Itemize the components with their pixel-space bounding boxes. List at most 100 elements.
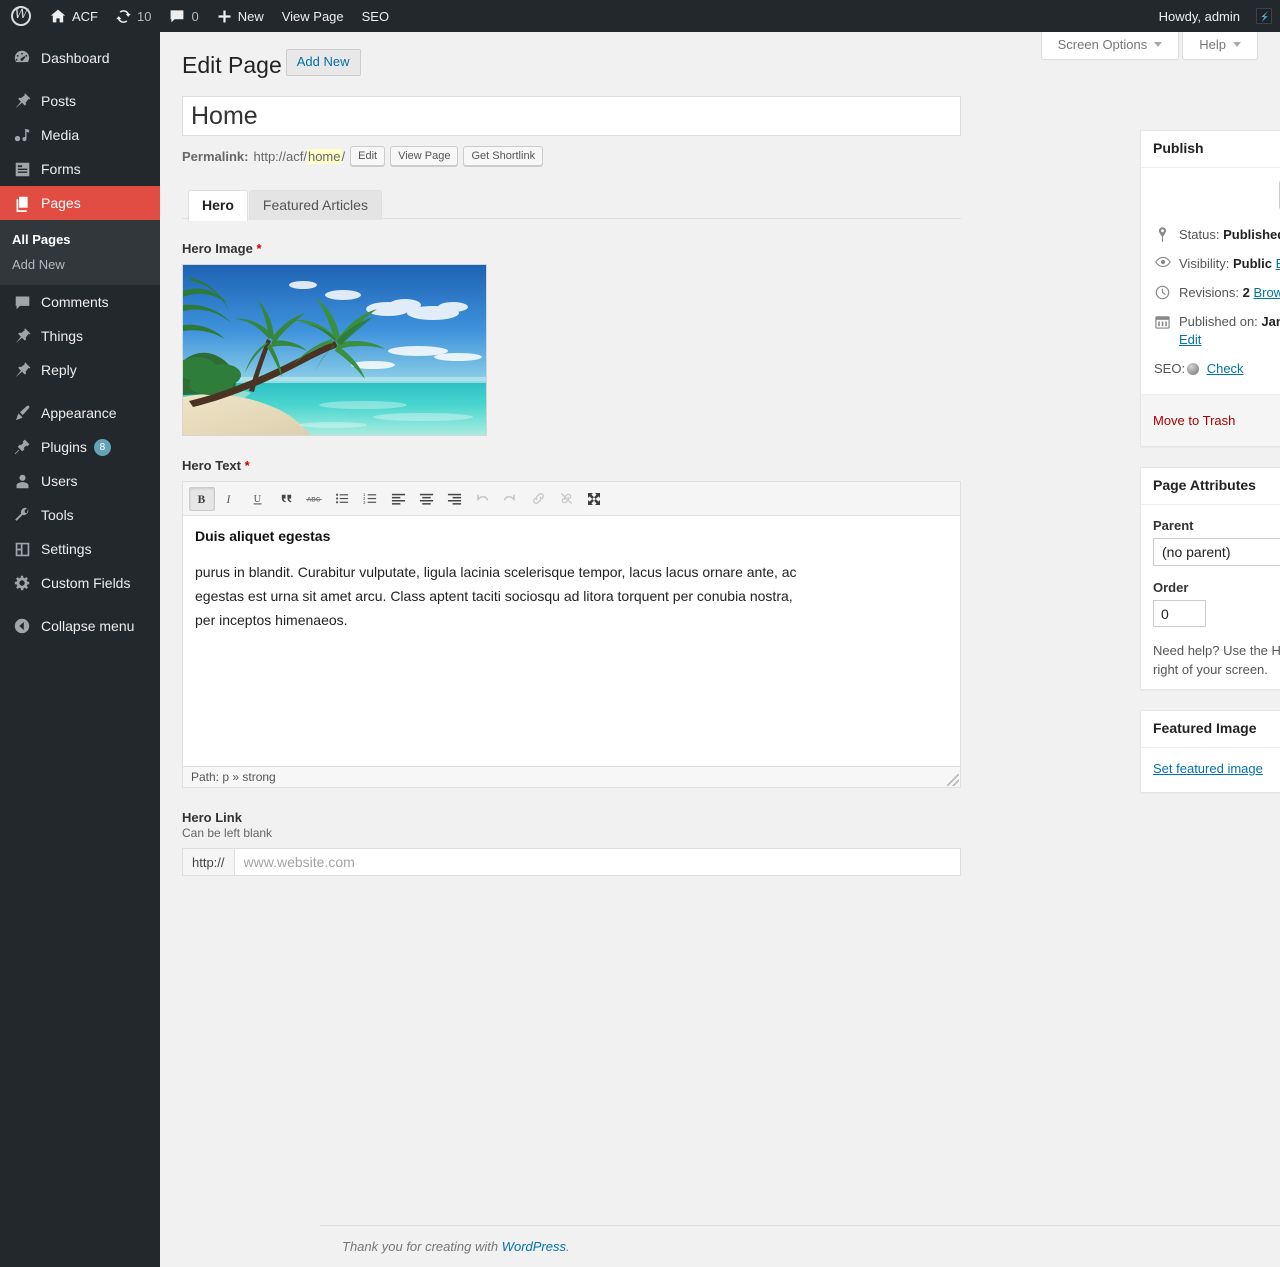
sidebar-item-media[interactable]: Media [0,118,160,152]
sidebar-item-all-pages[interactable]: All Pages [0,227,160,252]
permalink-row: Permalink: http://acf/home/ Edit View Pa… [182,145,1258,167]
account-area[interactable]: Howdy, admin [1150,0,1280,32]
view-page-button[interactable]: View Page [390,146,458,166]
sidebar-item-label: Pages [41,195,81,211]
italic-icon[interactable]: I [217,487,243,511]
media-icon [12,125,32,145]
acf-field-group-tabs: HeroFeatured Articles [182,189,961,219]
seo-check-link[interactable]: Check [1207,361,1244,376]
field-hero-text: Hero Text * B I U [182,458,961,788]
link-icon[interactable] [525,487,551,511]
howdy-label[interactable]: Howdy, admin [1150,0,1249,32]
seo-text: SEO: Check [1154,360,1244,378]
sidebar-item-settings[interactable]: Settings [0,532,160,566]
blockquote-icon[interactable] [273,487,299,511]
sidebar-item-add-new-page[interactable]: Add New [0,252,160,277]
pin-icon [12,91,32,111]
sidebar-item-label: Media [41,127,79,143]
redo-icon[interactable] [497,487,523,511]
ordered-list-icon[interactable]: 123 [357,487,383,511]
wordpress-logo-button[interactable] [0,0,41,32]
move-to-trash-link[interactable]: Move to Trash [1153,413,1235,428]
page-attributes-body: Parent (no parent) Order Need help? Use … [1141,505,1280,689]
fullscreen-icon[interactable] [581,487,607,511]
screen-options-label: Screen Options [1058,37,1148,53]
editor-resize-handle[interactable] [947,774,959,786]
field-hero-link: Hero Link Can be left blank http:// [182,810,961,876]
sidebar-item-things[interactable]: Things [0,319,160,353]
set-featured-image-link[interactable]: Set featured image [1153,758,1263,782]
status-row: Status: Published Edit [1153,221,1280,250]
sidebar-item-posts[interactable]: Posts [0,84,160,118]
status-label: Status: [1179,227,1219,242]
align-left-icon[interactable] [385,487,411,511]
pin-icon [12,326,32,346]
chevron-down-icon [1233,42,1241,47]
publish-box-header: Publish [1141,131,1280,168]
permalink-slug: home [307,149,342,164]
underline-icon[interactable]: U [245,487,271,511]
sidebar-item-pages[interactable]: Pages [0,186,160,220]
hero-link-input[interactable] [235,849,960,875]
hero-image-preview[interactable] [182,264,487,436]
new-label: New [238,9,264,24]
sidebar-item-appearance[interactable]: Appearance [0,396,160,430]
sidebar-item-tools[interactable]: Tools [0,498,160,532]
wrench-icon [12,505,32,525]
visibility-edit-link[interactable]: Edit [1276,256,1280,271]
sidebar-item-dashboard[interactable]: Dashboard [0,41,160,75]
add-new-button[interactable]: Add New [286,49,361,76]
strikethrough-icon[interactable]: ABC [301,487,327,511]
field-label-hero-image: Hero Image * [182,241,961,256]
seo-button[interactable]: SEO [353,0,398,32]
wordpress-link[interactable]: WordPress [502,1239,566,1254]
sidebar-item-reply[interactable]: Reply [0,353,160,387]
help-tab[interactable]: Help [1182,32,1258,60]
post-title-input[interactable] [182,96,961,136]
tab-hero[interactable]: Hero [188,190,248,221]
hero-link-input-group: http:// [182,848,961,876]
preview-row: Preview Changes [1153,178,1280,221]
new-content-button[interactable]: New [208,0,273,32]
align-right-icon[interactable] [441,487,467,511]
get-shortlink-button[interactable]: Get Shortlink [463,146,543,166]
revisions-browse-link[interactable]: Browse [1253,285,1280,300]
user-icon [12,471,32,491]
site-name-button[interactable]: ACF [41,0,107,32]
collapse-menu-button[interactable]: Collapse menu [0,609,160,643]
edit-slug-button[interactable]: Edit [350,146,385,166]
order-input[interactable] [1153,600,1206,627]
url-prefix-label: http:// [183,849,235,875]
undo-icon[interactable] [469,487,495,511]
editor-content-area[interactable]: Duis aliquet egestas purus in blandit. C… [183,516,960,766]
status-value: Published [1223,227,1280,242]
sidebar-item-forms[interactable]: Forms [0,152,160,186]
editor-path-text: Path: p » strong [191,770,276,784]
sidebar-item-comments[interactable]: Comments [0,285,160,319]
published-edit-link[interactable]: Edit [1179,332,1201,347]
parent-select[interactable]: (no parent) [1153,538,1280,566]
align-center-icon[interactable] [413,487,439,511]
comments-button[interactable]: 0 [160,0,207,32]
featured-image-title: Featured Image [1153,719,1256,739]
eye-icon [1154,255,1171,268]
tab-featured-articles[interactable]: Featured Articles [249,190,382,220]
publish-box-title: Publish [1153,139,1204,159]
sidebar-item-users[interactable]: Users [0,464,160,498]
sidebar-item-custom-fields[interactable]: Custom Fields [0,566,160,600]
published-value: Jan 14, 2014 @ 5:42 [1261,314,1280,329]
screen-options-tab[interactable]: Screen Options [1041,32,1180,60]
bold-icon[interactable]: B [189,487,215,511]
plugin-icon [12,437,32,457]
view-page-button[interactable]: View Page [273,0,353,32]
sidebar-item-plugins[interactable]: Plugins 8 [0,430,160,464]
collapse-arrow-icon [12,616,32,636]
required-marker: * [256,241,261,256]
updates-button[interactable]: 10 [107,0,160,32]
wysiwyg-editor: B I U ABC [182,481,961,788]
brush-icon [12,403,32,423]
field-label-hero-text: Hero Text * [182,458,961,473]
unlink-icon[interactable] [553,487,579,511]
sidebar-item-label: Tools [41,507,74,523]
unordered-list-icon[interactable] [329,487,355,511]
